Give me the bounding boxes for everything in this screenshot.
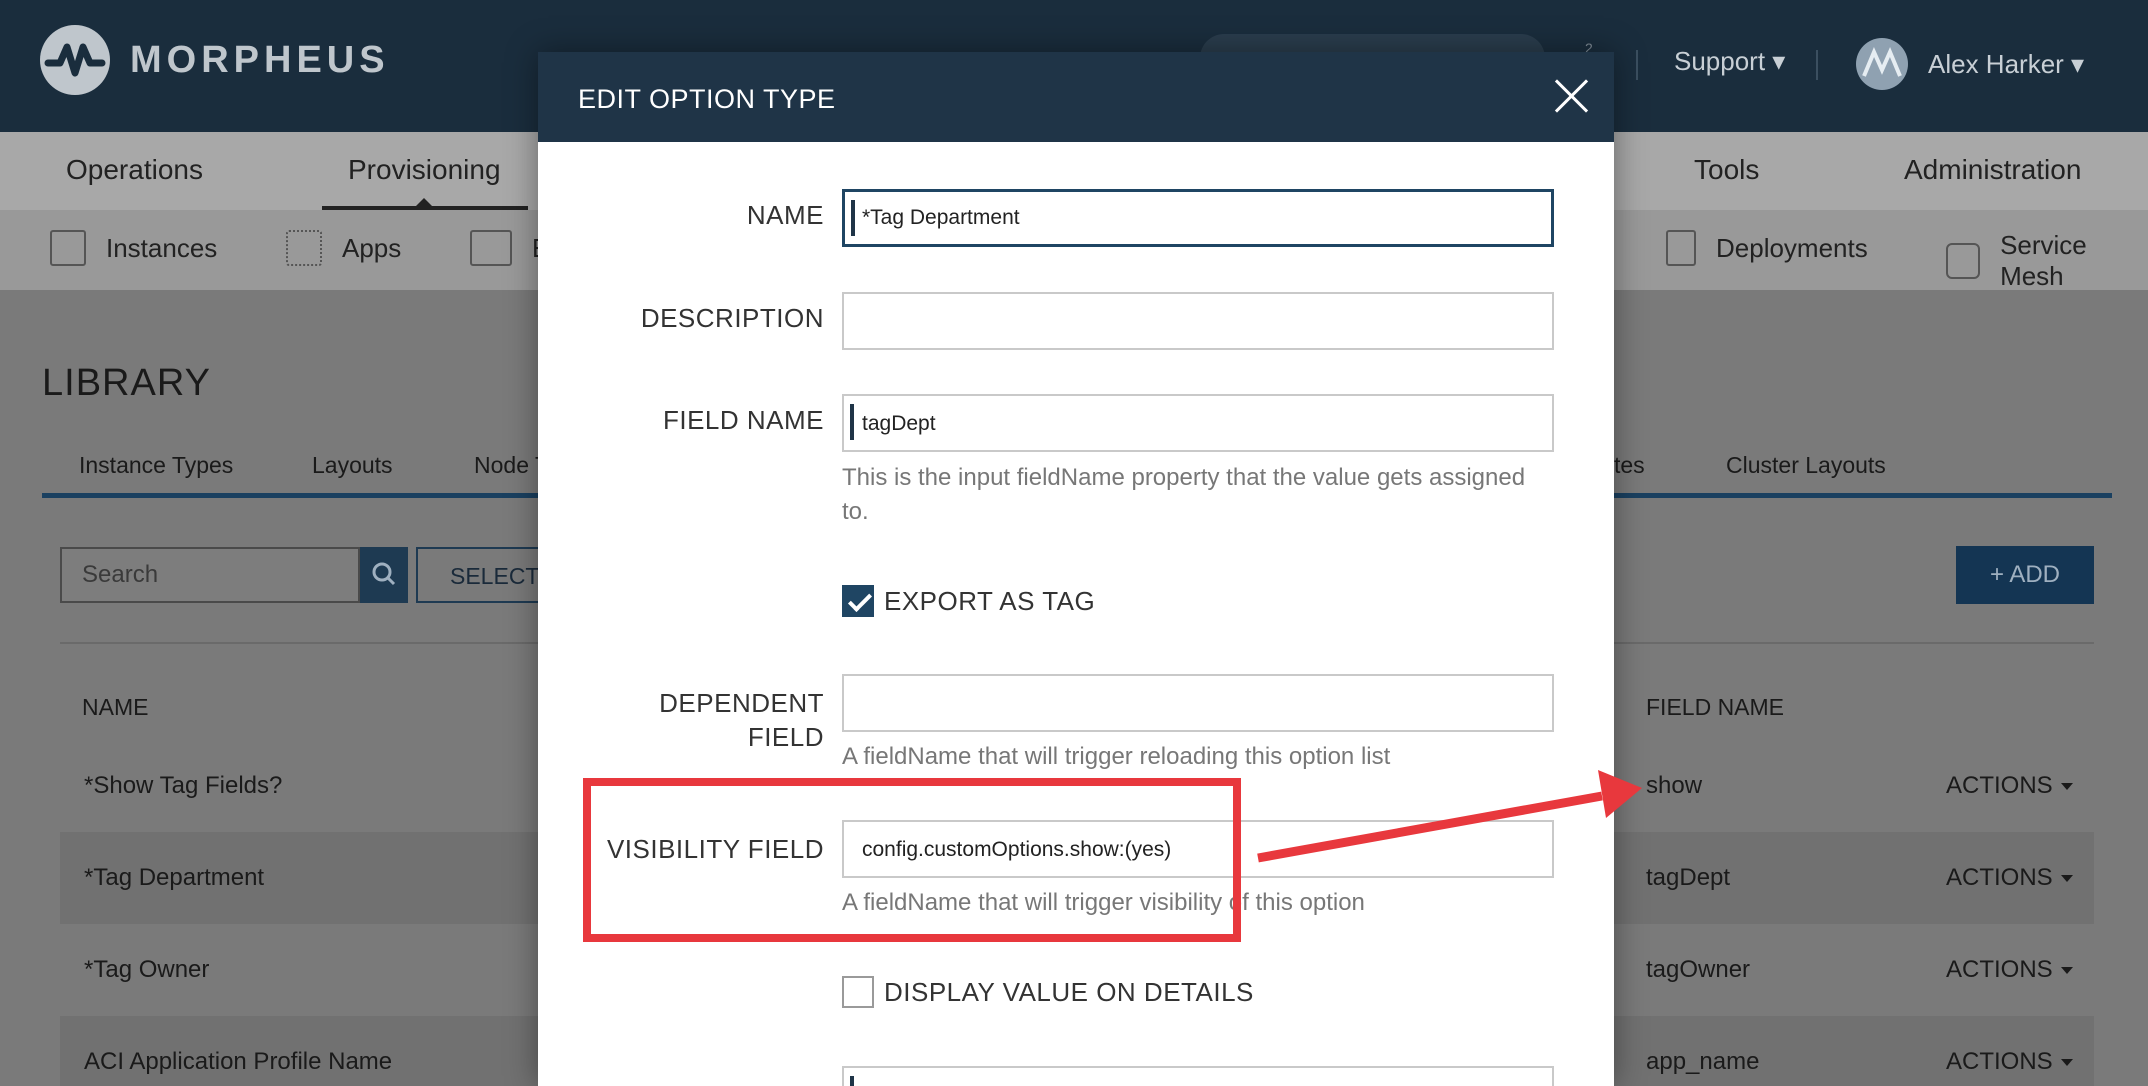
annotation-arrow-icon (1257, 770, 1642, 863)
